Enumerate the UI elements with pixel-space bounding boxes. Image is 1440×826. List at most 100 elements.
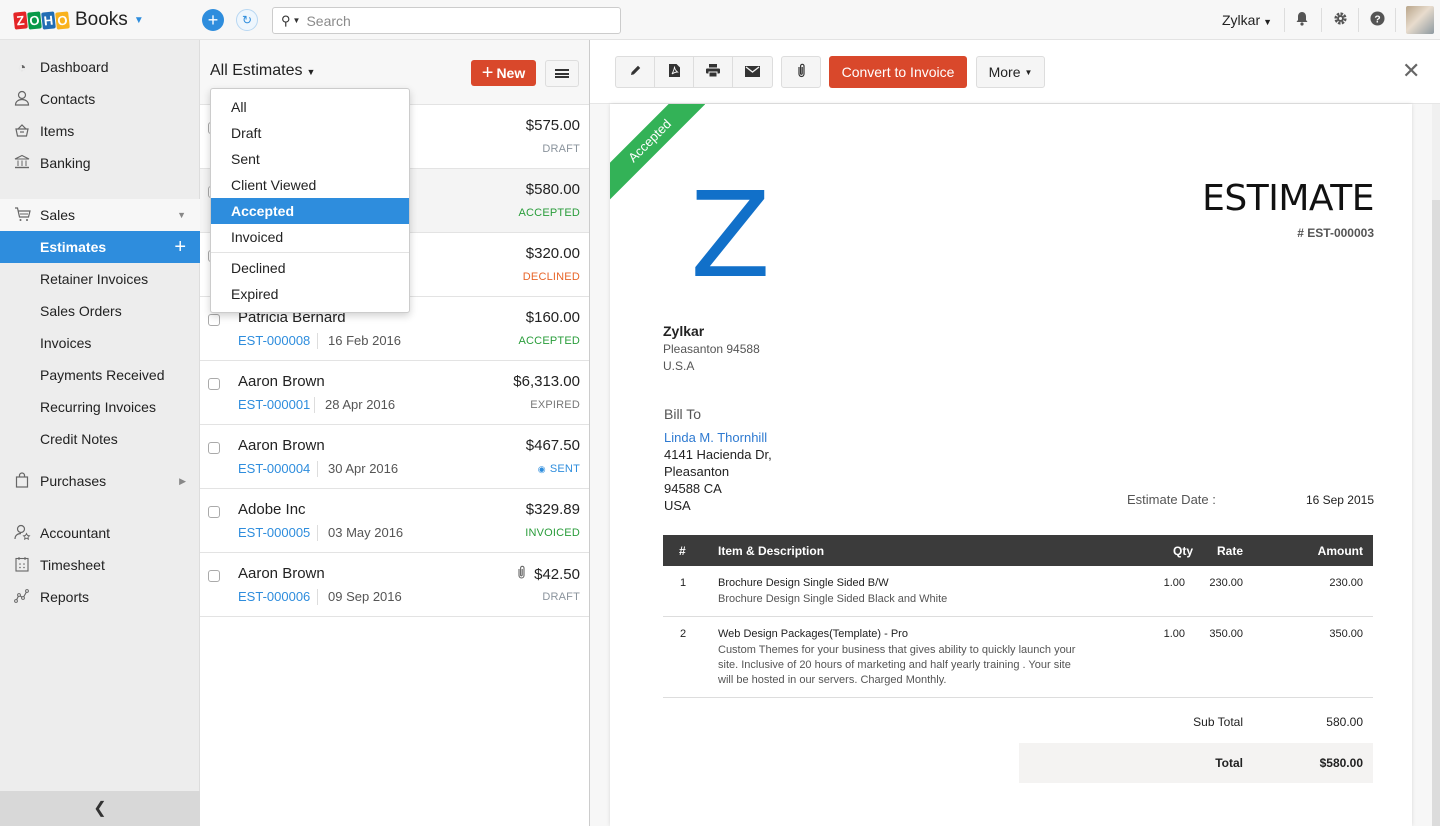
sidebar-item-dashboard[interactable]: ◔ Dashboard — [0, 51, 200, 83]
detail-scrollbar[interactable] — [1432, 104, 1440, 826]
hamburger-icon — [555, 68, 569, 80]
estimate-number[interactable]: EST-000005 — [238, 525, 310, 540]
sidebar-item-accountant[interactable]: Accountant — [0, 517, 200, 549]
bill-to-address-line: 94588 CA — [664, 481, 722, 496]
estimate-row[interactable]: Aaron Brown EST-000004 30 Apr 2016 $467.… — [200, 425, 589, 489]
divider — [1284, 8, 1285, 32]
user-avatar[interactable] — [1406, 6, 1434, 34]
total-value: $580.00 — [1319, 756, 1363, 770]
org-switcher[interactable]: Zylkar ▼ — [1222, 12, 1272, 28]
sidebar-item-retainer-invoices[interactable]: Retainer Invoices — [0, 263, 200, 295]
filter-option-all[interactable]: All — [211, 94, 409, 120]
dashboard-icon: ◔ — [17, 59, 27, 75]
customer-name: Adobe Inc — [238, 501, 306, 518]
new-estimate-button[interactable]: + New — [471, 60, 536, 86]
estimate-row[interactable]: Aaron Brown EST-000006 09 Sep 2016 $42.5… — [200, 553, 589, 617]
recent-activity-button[interactable]: ↻ — [236, 9, 258, 31]
list-title: All Estimates — [210, 62, 303, 79]
search-input[interactable] — [306, 12, 597, 29]
estimate-amount: $6,313.00 — [513, 373, 580, 390]
row-checkbox[interactable] — [208, 442, 220, 454]
status-badge: ◉ SENT — [538, 463, 580, 475]
sidebar-item-items[interactable]: Items — [0, 115, 200, 147]
more-label: More — [988, 64, 1021, 80]
quick-create-button[interactable]: + — [202, 9, 224, 31]
sidebar-item-sales-orders[interactable]: Sales Orders — [0, 295, 200, 327]
new-button-label: New — [496, 65, 526, 81]
estimate-row[interactable]: Adobe Inc EST-000005 03 May 2016 $329.89… — [200, 489, 589, 553]
filter-option-declined[interactable]: Declined — [211, 255, 409, 281]
estimate-date-label: Estimate Date : — [1127, 492, 1216, 507]
row-checkbox[interactable] — [208, 378, 220, 390]
contacts-icon — [0, 90, 40, 109]
close-icon[interactable]: ✕ — [1402, 60, 1420, 82]
caret-right-icon: ▶ — [179, 475, 186, 486]
app-logo[interactable]: Z O H O Books ▼ — [13, 9, 144, 31]
sidebar-item-banking[interactable]: Banking — [0, 147, 200, 179]
estimate-number[interactable]: EST-000001 — [238, 397, 310, 412]
sidebar-item-label: Sales — [40, 207, 76, 223]
sidebar-item-label: Sales Orders — [40, 303, 122, 319]
estimate-detail-pane: Convert to Invoice More ▼ ✕ Accepted Z ES… — [590, 40, 1440, 826]
add-estimate-plus-icon[interactable]: + — [174, 236, 186, 259]
scrollbar-thumb[interactable] — [1432, 200, 1440, 826]
sidebar-item-sales[interactable]: Sales ▼ — [0, 199, 200, 231]
estimate-number[interactable]: EST-000008 — [238, 333, 310, 348]
edit-button[interactable] — [616, 57, 655, 87]
bill-to-label: Bill To — [664, 406, 702, 422]
sidebar-item-label: Invoices — [40, 335, 92, 351]
column-header: Qty — [1172, 544, 1193, 558]
sidebar-item-payments-received[interactable]: Payments Received — [0, 359, 200, 391]
app-name: Books — [75, 9, 128, 30]
convert-to-invoice-button[interactable]: Convert to Invoice — [829, 56, 967, 88]
filter-option-client-viewed[interactable]: Client Viewed — [211, 172, 409, 198]
org-name: Zylkar — [1222, 12, 1261, 28]
item-index: 1 — [680, 577, 687, 589]
more-actions-button[interactable]: More ▼ — [976, 56, 1045, 88]
item-amount: 350.00 — [1329, 628, 1363, 640]
history-icon: ↻ — [241, 13, 253, 27]
pdf-button[interactable] — [655, 57, 694, 87]
print-button[interactable] — [694, 57, 733, 87]
list-options-button[interactable] — [545, 60, 579, 87]
bill-to-customer[interactable]: Linda M. Thornhill — [664, 430, 767, 445]
filter-option-sent[interactable]: Sent — [211, 146, 409, 172]
plus-icon: + — [207, 10, 219, 30]
filter-option-draft[interactable]: Draft — [211, 120, 409, 146]
sidebar-item-contacts[interactable]: Contacts — [0, 83, 200, 115]
estimate-number[interactable]: EST-000006 — [238, 589, 310, 604]
sidebar-item-reports[interactable]: Reports — [0, 581, 200, 613]
search-icon[interactable]: ⚲ — [281, 13, 291, 29]
sidebar-item-timesheet[interactable]: Timesheet — [0, 549, 200, 581]
help-icon[interactable]: ? — [1368, 11, 1386, 29]
sidebar-collapse-button[interactable]: ❮ — [0, 791, 200, 826]
estimate-row[interactable]: Aaron Brown EST-000001 28 Apr 2016 $6,31… — [200, 361, 589, 425]
sidebar-item-purchases[interactable]: Purchases ▶ — [0, 465, 200, 497]
bell-icon[interactable] — [1293, 11, 1311, 29]
sidebar-item-invoices[interactable]: Invoices — [0, 327, 200, 359]
filter-option-invoiced[interactable]: Invoiced — [211, 224, 409, 250]
pdf-icon — [668, 64, 680, 80]
row-checkbox[interactable] — [208, 314, 220, 326]
gear-icon[interactable] — [1331, 11, 1349, 29]
estimate-date: 28 Apr 2016 — [325, 397, 396, 412]
sidebar-item-credit-notes[interactable]: Credit Notes — [0, 423, 200, 455]
estimate-number[interactable]: EST-000004 — [238, 461, 310, 476]
estimates-filter-dropdown[interactable]: All Estimates ▼ — [210, 62, 315, 80]
row-checkbox[interactable] — [208, 570, 220, 582]
filter-option-accepted[interactable]: Accepted — [211, 198, 409, 224]
zoho-logo: Z O H O — [13, 10, 70, 30]
sidebar-item-recurring-invoices[interactable]: Recurring Invoices — [0, 391, 200, 423]
customer-name: Aaron Brown — [238, 565, 325, 582]
attachments-button[interactable] — [781, 56, 821, 88]
sidebar-item-estimates[interactable]: Estimates + — [0, 231, 200, 263]
estimate-date: 03 May 2016 — [328, 525, 404, 540]
sidebar-item-label: Dashboard — [40, 59, 109, 75]
row-checkbox[interactable] — [208, 506, 220, 518]
total-label: Total — [1215, 756, 1243, 770]
sidebar-item-label: Banking — [40, 155, 91, 171]
caret-down-icon[interactable]: ▼ — [293, 16, 301, 25]
table-header: # Item & Description Qty Rate Amount — [663, 535, 1373, 566]
filter-option-expired[interactable]: Expired — [211, 281, 409, 307]
email-button[interactable] — [733, 57, 772, 87]
